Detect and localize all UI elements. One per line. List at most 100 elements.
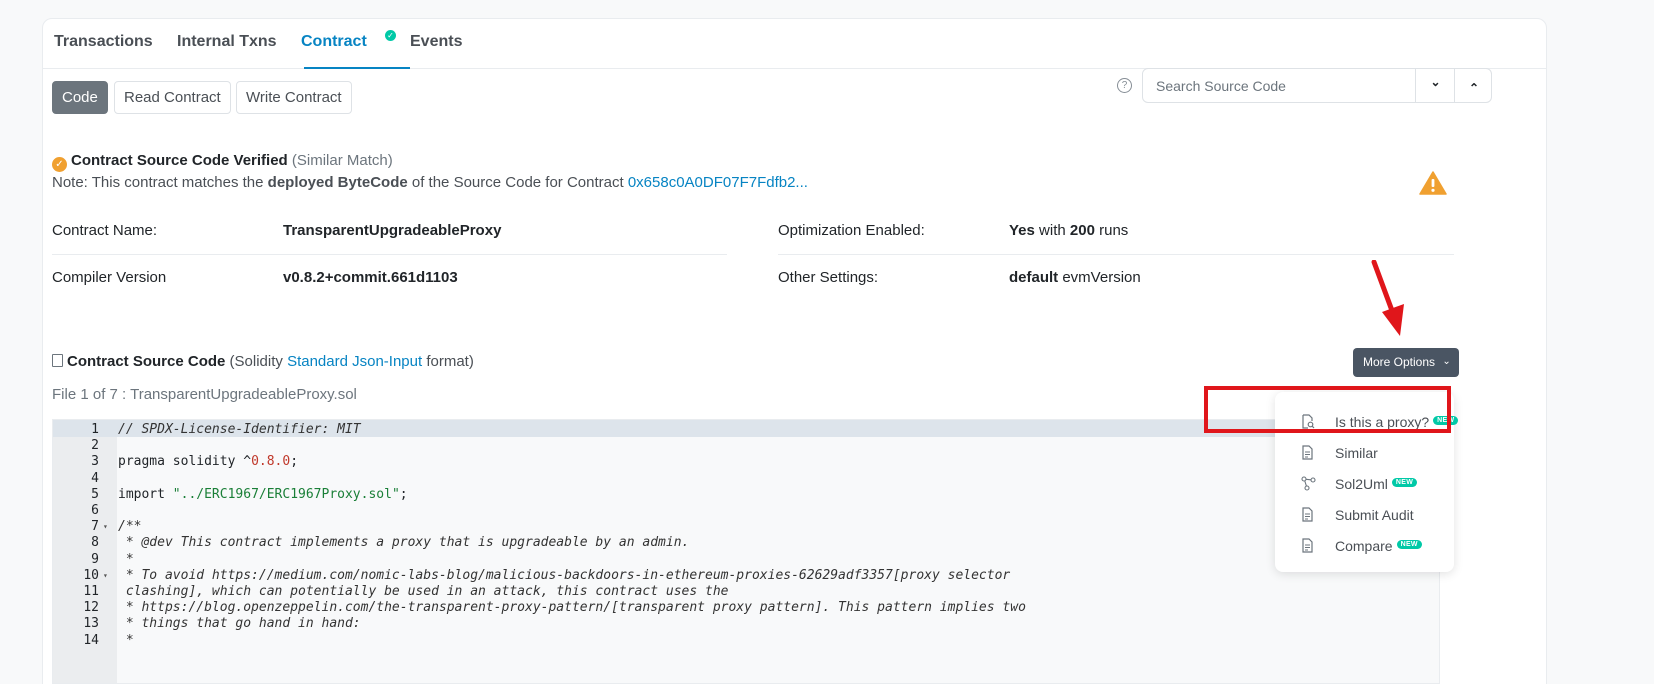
code-text: * things that go hand in hand: <box>118 615 361 632</box>
contract-name-label: Contract Name: <box>52 222 158 239</box>
tab-bar: Transactions Internal Txns Contract ✓ Ev… <box>43 19 1546 69</box>
divider-left <box>52 254 727 255</box>
code-button[interactable]: Code <box>52 81 108 114</box>
file-label: File 1 of 7 : TransparentUpgradeableProx… <box>52 386 357 403</box>
code-string-literal: "../ERC1967/ERC1967Proxy.sol" <box>172 486 400 502</box>
active-tab-indicator <box>304 67 410 69</box>
tab-internal-txns[interactable]: Internal Txns <box>177 33 277 51</box>
menu-item-text: Compare <box>1335 538 1393 554</box>
compiler-value: v0.8.2+commit.661d1103 <box>283 269 458 286</box>
search-group: ⌄ ⌃ <box>1142 68 1492 103</box>
chevron-down-icon: ⌄ <box>1442 356 1451 367</box>
file-icon <box>1301 507 1315 522</box>
line-number: 6 <box>91 503 99 518</box>
code-token: * @dev This contract implements a proxy … <box>118 535 690 551</box>
code-editor[interactable]: 1 // SPDX-License-Identifier: MIT 2 3 pragma… <box>52 419 1440 684</box>
write-contract-button[interactable]: Write Contract <box>236 81 352 114</box>
source-title-text: Contract Source Code <box>67 353 226 370</box>
line-number: 9 <box>91 551 99 567</box>
code-text: * <box>118 551 134 568</box>
code-text: * <box>118 632 134 649</box>
menu-item-similar[interactable]: Similar <box>1275 439 1454 467</box>
tab-events[interactable]: Events <box>410 33 462 51</box>
code-token: ; <box>290 454 299 470</box>
help-icon[interactable]: ? <box>1117 78 1132 93</box>
search-prev-button[interactable]: ⌃ <box>1455 69 1493 102</box>
note-bold: deployed ByteCode <box>267 174 408 191</box>
menu-item-text: Submit Audit <box>1335 507 1414 523</box>
file-icon <box>1301 445 1315 460</box>
line-number: 2 <box>91 438 99 454</box>
match-type: (Similar Match) <box>291 152 393 169</box>
new-badge: NEW <box>1396 540 1422 549</box>
diagram-icon <box>1301 476 1316 491</box>
file-icon <box>1301 538 1315 553</box>
code-line: 2 <box>53 437 1439 454</box>
tab-transactions[interactable]: Transactions <box>54 33 153 51</box>
optimization-runs-suffix: runs <box>1099 222 1129 239</box>
optimization-yes: Yes <box>1009 222 1035 239</box>
note-middle: of the Source Code for Contract <box>411 174 624 191</box>
menu-item-label: Sol2Uml NEW <box>1335 476 1418 492</box>
annotation-arrow-icon <box>1371 260 1404 336</box>
contract-address-link[interactable]: 0x658c0A0DF07F7Fdfb2... <box>628 174 808 191</box>
code-token: * <box>118 551 134 567</box>
fold-arrow-icon[interactable]: ▾ <box>103 518 108 535</box>
code-line: 8 * @dev This contract implements a prox… <box>53 534 1439 551</box>
code-line: 7 ▾ /** <box>53 518 1439 535</box>
code-token: * https://blog.openzeppelin.com/the-tran… <box>118 600 1026 616</box>
search-next-button[interactable]: ⌄ <box>1417 69 1455 102</box>
code-token: /** <box>118 519 142 535</box>
optimization-label: Optimization Enabled: <box>778 222 925 239</box>
new-badge: NEW <box>1391 478 1418 487</box>
settings-bold: default <box>1009 269 1059 286</box>
code-token: clashing], which can potentially be used… <box>118 584 729 599</box>
code-text: pragma solidity ^0.8.0; <box>118 453 298 470</box>
code-token: pragma solidity ^ <box>118 454 252 470</box>
code-number-literal: 0.8.0 <box>251 454 291 470</box>
code-token: ; <box>399 486 408 502</box>
verified-badge-icon: ✓ <box>52 157 67 172</box>
chevron-down-icon: ⌄ <box>1430 75 1441 89</box>
line-number: 4 <box>91 470 99 486</box>
more-options-button[interactable]: More Options ⌄ <box>1353 348 1459 377</box>
file-code-icon <box>52 354 63 367</box>
code-text: /** <box>118 518 141 535</box>
menu-item-label: Similar <box>1335 445 1378 461</box>
code-text: * @dev This contract implements a proxy … <box>118 534 690 551</box>
settings-label: Other Settings: <box>778 269 879 286</box>
tab-contract[interactable]: Contract <box>301 33 367 51</box>
line-number: 12 <box>83 600 99 616</box>
menu-item-sol2uml[interactable]: Sol2Uml NEW <box>1275 470 1454 498</box>
verified-row: ✓ Contract Source Code Verified (Similar … <box>52 152 393 172</box>
line-number: 13 <box>83 616 99 632</box>
menu-item-label: Submit Audit <box>1335 507 1414 523</box>
menu-item-submit-audit[interactable]: Submit Audit <box>1275 501 1454 529</box>
optimization-value: Yes with 200 runs <box>1009 222 1128 239</box>
verified-check-icon: ✓ <box>385 30 396 41</box>
code-line: 6 <box>53 502 1439 519</box>
fold-arrow-icon[interactable]: ▾ <box>103 567 108 584</box>
verified-title: Contract Source Code Verified <box>71 152 288 169</box>
code-line: 3 pragma solidity ^0.8.0; <box>53 453 1439 470</box>
chevron-up-icon: ⌃ <box>1468 81 1480 95</box>
code-line: 14 * <box>53 632 1439 649</box>
more-options-label: More Options <box>1363 355 1436 369</box>
search-input[interactable] <box>1143 69 1416 102</box>
code-token: * To avoid https://medium.com/nomic-labs… <box>118 567 1011 583</box>
code-line: 11 clashing], which can potentially be u… <box>53 583 1439 600</box>
code-text: * To avoid https://medium.com/nomic-labs… <box>118 567 1010 584</box>
code-text: * https://blog.openzeppelin.com/the-tran… <box>118 599 1026 616</box>
line-number: 7 <box>91 519 99 535</box>
menu-item-compare[interactable]: Compare NEW <box>1275 532 1454 560</box>
optimization-runs: 200 <box>1069 222 1095 239</box>
json-input-link[interactable]: Standard Json-Input <box>287 353 422 370</box>
optimization-with: with <box>1039 222 1066 239</box>
read-contract-button[interactable]: Read Contract <box>114 81 231 114</box>
warning-icon <box>1419 171 1447 195</box>
source-paren-open: (Solidity <box>229 353 283 370</box>
menu-item-text: Similar <box>1335 445 1378 461</box>
settings-value: default evmVersion <box>1009 269 1141 286</box>
code-text: // SPDX-License-Identifier: MIT <box>118 421 361 438</box>
code-token: * things that go hand in hand: <box>118 616 361 632</box>
